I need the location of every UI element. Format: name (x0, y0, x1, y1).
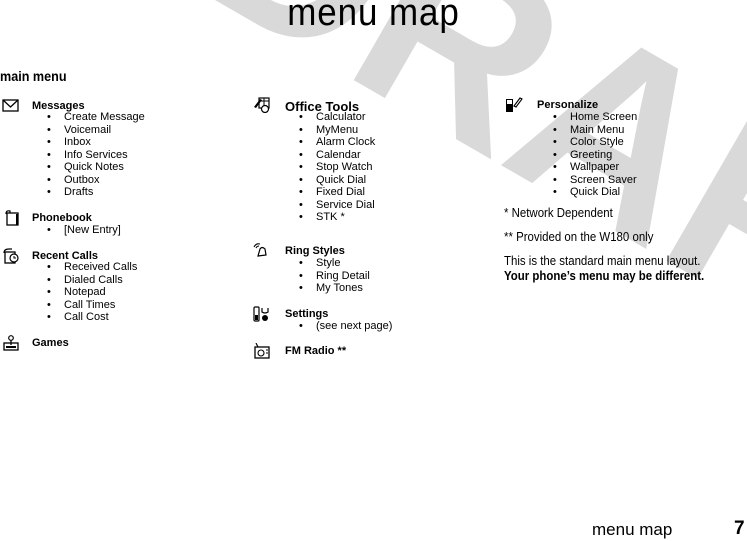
envelope-icon (2, 99, 19, 112)
submenu-item: Quick Notes (47, 161, 145, 174)
menu-item-label: Ring Styles (285, 245, 345, 257)
submenu-item: Inbox (47, 136, 145, 149)
submenu-item: Color Style (553, 136, 637, 149)
submenu-list: [New Entry] (47, 224, 121, 237)
submenu-item: Received Calls (47, 261, 137, 274)
submenu-item: Voicemail (47, 124, 145, 137)
submenu-item: Stop Watch (299, 161, 375, 174)
submenu-item: Call Times (47, 299, 137, 312)
submenu-item: Info Services (47, 149, 145, 162)
note-standard-layout: This is the standard main menu layout. (504, 253, 701, 268)
submenu-item: Call Cost (47, 311, 137, 324)
section-heading: main menu (0, 68, 67, 84)
submenu-item: MyMenu (299, 124, 375, 137)
submenu-item: My Tones (299, 282, 370, 295)
submenu-item: [New Entry] (47, 224, 121, 237)
submenu-item: Home Screen (553, 111, 637, 124)
note-network-dependent: * Network Dependent (504, 205, 613, 220)
submenu-list: Received Calls Dialed Calls Notepad Call… (47, 261, 137, 324)
submenu-item: Calculator (299, 111, 375, 124)
submenu-item: Fixed Dial (299, 186, 375, 199)
settings-icon (253, 306, 269, 322)
menu-item-label: Settings (285, 308, 329, 320)
submenu-list: Style Ring Detail My Tones (299, 257, 370, 295)
submenu-item: Quick Dial (553, 186, 637, 199)
submenu-list: Home Screen Main Menu Color Style Greeti… (553, 111, 637, 199)
submenu-item: Create Message (47, 111, 145, 124)
submenu-item: Wallpaper (553, 161, 637, 174)
menu-item-label: Phonebook (32, 212, 92, 224)
submenu-item: (see next page) (299, 320, 392, 333)
submenu-item: Quick Dial (299, 174, 375, 187)
page-title: menu map (287, 0, 460, 34)
submenu-item: Drafts (47, 186, 145, 199)
notes: * Network Dependent ** Provided on the W… (504, 205, 704, 283)
submenu-item: Screen Saver (553, 174, 637, 187)
submenu-item: Main Menu (553, 124, 637, 137)
submenu-list: (see next page) (299, 320, 392, 333)
submenu-item: Style (299, 257, 370, 270)
menu-item-label: Personalize (537, 99, 599, 111)
footer-label: menu map (592, 520, 673, 539)
recent-calls-icon (3, 248, 19, 264)
submenu-item: Notepad (47, 286, 137, 299)
submenu-item: Outbox (47, 174, 145, 187)
office-tools-icon (254, 97, 270, 113)
ringing-bell-icon (253, 243, 267, 257)
menu-item-label: FM Radio ** (285, 345, 347, 357)
radio-icon (254, 343, 270, 359)
submenu-list: Calculator MyMenu Alarm Clock Calendar S… (299, 111, 375, 224)
submenu-item: Greeting (553, 149, 637, 162)
submenu-list: Create Message Voicemail Inbox Info Serv… (47, 111, 145, 199)
submenu-item: Calendar (299, 149, 375, 162)
menu-item-label: Games (32, 337, 69, 349)
submenu-item: STK * (299, 211, 375, 224)
page-number: 7 (734, 518, 745, 539)
note-w180-only: ** Provided on the W180 only (504, 229, 654, 244)
submenu-item: Ring Detail (299, 270, 370, 283)
phonebook-icon (5, 210, 19, 226)
joystick-icon (3, 335, 19, 351)
personalize-phone-icon (506, 97, 523, 112)
note-disclaimer: Your phone’s menu may be different. (504, 268, 705, 283)
submenu-item: Dialed Calls (47, 274, 137, 287)
submenu-item: Service Dial (299, 199, 375, 212)
submenu-item: Alarm Clock (299, 136, 375, 149)
